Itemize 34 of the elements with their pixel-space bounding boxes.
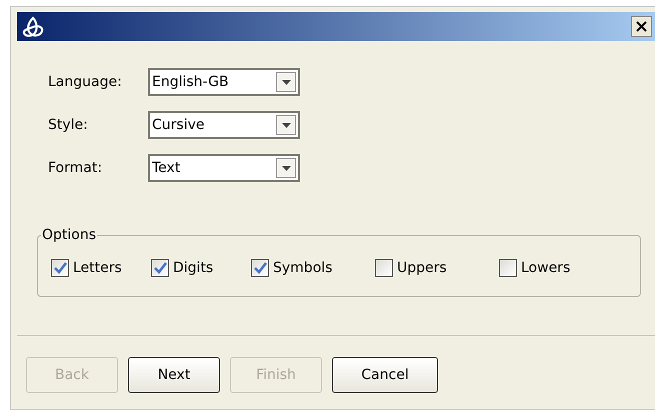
checkbox[interactable] xyxy=(499,259,517,277)
dropdown[interactable]: Cursive xyxy=(148,111,300,139)
dropdown-arrow-button[interactable] xyxy=(276,115,296,135)
group-title: Options xyxy=(41,226,98,244)
close-icon xyxy=(636,21,647,32)
caret-icon xyxy=(282,166,290,170)
dropdown-value: Text xyxy=(152,158,180,178)
dialog-button[interactable]: Next xyxy=(128,357,220,393)
check-icon xyxy=(254,262,266,274)
checkbox-label: Symbols xyxy=(273,258,332,278)
checkbox[interactable] xyxy=(151,259,169,277)
dropdown-value: English-GB xyxy=(152,72,229,92)
caret-icon xyxy=(282,122,290,128)
checkbox-label: Lowers xyxy=(521,258,570,278)
field-label: Style: xyxy=(48,116,89,134)
dropdown-arrow-button[interactable] xyxy=(276,158,296,178)
field-label: Format: xyxy=(48,158,104,178)
close-button[interactable] xyxy=(631,16,652,37)
dropdown[interactable]: English-GB xyxy=(148,68,300,96)
checkbox[interactable] xyxy=(51,259,69,277)
trefoil-logo-icon xyxy=(21,16,45,38)
checkbox-label: Letters xyxy=(73,258,122,278)
check-icon xyxy=(154,262,166,274)
dropdown-arrow-button[interactable] xyxy=(276,72,296,92)
field-label: Language: xyxy=(48,72,123,92)
checkbox[interactable] xyxy=(251,259,269,277)
dialog-button[interactable]: Cancel xyxy=(332,357,438,393)
check-icon xyxy=(54,262,66,274)
checkbox-label: Digits xyxy=(173,258,214,278)
caret-icon xyxy=(282,80,290,84)
dropdown-value: Cursive xyxy=(152,116,204,134)
dropdown[interactable]: Text xyxy=(148,154,300,182)
checkbox-label: Uppers xyxy=(397,258,447,278)
checkbox[interactable] xyxy=(375,259,393,277)
